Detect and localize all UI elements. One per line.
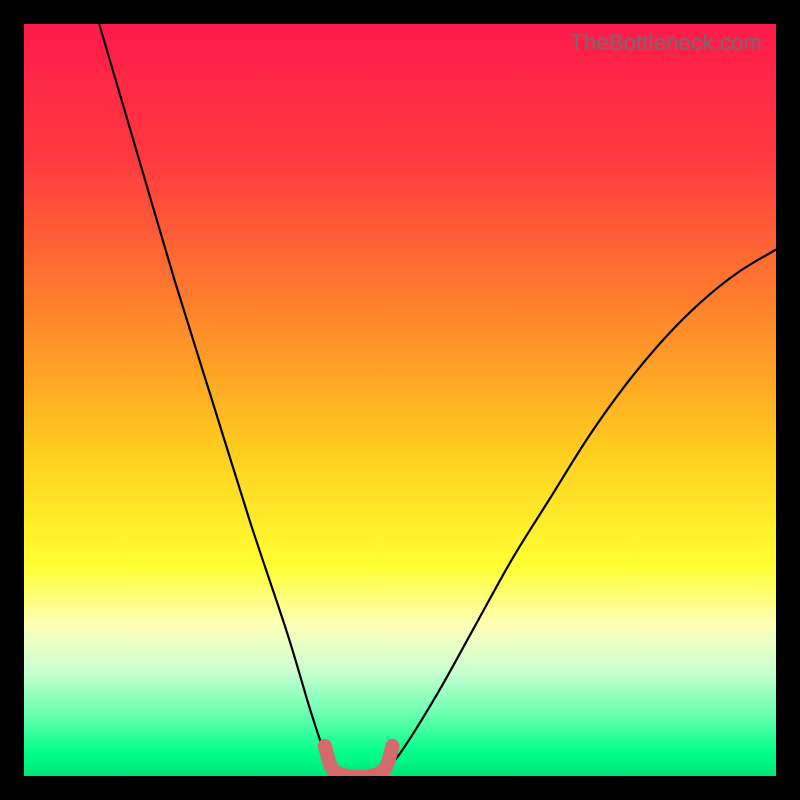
chart-frame: TheBottleneck.com [24,24,776,776]
bottleneck-chart [24,24,776,776]
watermark-text: TheBottleneck.com [570,30,762,56]
gradient-background [24,24,776,776]
